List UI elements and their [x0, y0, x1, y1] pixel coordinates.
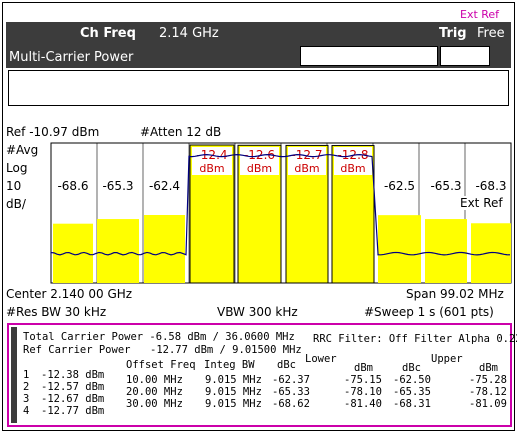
offset-bw: 9.015 MHz	[205, 374, 262, 386]
ref-carrier-power-value: -12.77 dBm / 9.01500 MHz	[150, 344, 302, 356]
carrier-power: -12.77 dBm	[41, 405, 105, 417]
band-shade	[378, 239, 421, 283]
adjacent-label: -68.6	[57, 179, 88, 193]
carrier-number: 4	[23, 405, 30, 417]
offset-lower-dbc: -68.62	[272, 398, 310, 410]
offset-freq: 10.00 MHz	[126, 374, 183, 386]
offset-upper-dbm: -81.09	[469, 398, 507, 410]
offset-upper-dbc: -62.50	[393, 374, 431, 386]
results-panel-side-bar	[11, 327, 17, 423]
col-dbc-upper: dBc	[402, 362, 421, 374]
offset-upper-dbc: -68.31	[393, 398, 431, 410]
offset-upper-dbc: -65.35	[393, 386, 431, 398]
col-offset-freq: Offset Freq	[126, 359, 196, 371]
carrier-power: -12.67 dBm	[41, 393, 105, 405]
span: Span 99.02 MHz	[406, 287, 504, 301]
ref-carrier-power-label: Ref Carrier Power	[23, 344, 131, 356]
col-dbm-lower: dBm	[354, 362, 373, 374]
carrier-number: 3	[23, 393, 30, 405]
offset-bw: 9.015 MHz	[205, 386, 262, 398]
offset-lower-dbm: -81.40	[344, 398, 382, 410]
band-shade	[425, 248, 467, 283]
carrier-unit: dBm	[199, 162, 224, 175]
adjacent-label: -65.3	[430, 179, 461, 193]
res-bw: #Res BW 30 kHz	[6, 305, 107, 319]
carrier-unit: dBm	[294, 162, 319, 175]
band-shade	[144, 239, 185, 283]
col-dbm-upper: dBm	[479, 362, 498, 374]
offset-lower-dbc: -62.37	[272, 374, 310, 386]
adjacent-label: -68.3	[475, 179, 506, 193]
offset-lower-dbm: -78.10	[344, 386, 382, 398]
carrier-power: -12.57 dBm	[41, 381, 105, 393]
col-integ-bw: Integ BW	[204, 359, 255, 371]
vbw: VBW 300 kHz	[217, 305, 298, 319]
offset-lower-dbc: -65.33	[272, 386, 310, 398]
upper-label: Upper	[431, 353, 463, 365]
analyzer-screen: Ext Ref Ch Freq 2.14 GHz Trig Free Multi…	[0, 0, 517, 433]
offset-lower-dbm: -75.15	[344, 374, 382, 386]
carrier-number: 2	[23, 381, 30, 393]
band-shade	[471, 245, 511, 283]
offset-upper-dbm: -75.28	[469, 374, 507, 386]
adjacent-label: -62.5	[384, 179, 415, 193]
adjacent-label: -62.4	[149, 179, 180, 193]
offset-bw: 9.015 MHz	[205, 398, 262, 410]
carrier-unit: dBm	[340, 162, 365, 175]
total-carrier-power: Total Carrier Power -6.58 dBm / 36.0600 …	[23, 331, 295, 343]
lower-label: Lower	[305, 353, 337, 365]
adjacent-label: -65.3	[102, 179, 133, 193]
offset-freq: 20.00 MHz	[126, 386, 183, 398]
offset-upper-dbm: -78.12	[469, 386, 507, 398]
sweep: #Sweep 1 s (601 pts)	[364, 305, 494, 319]
ext-ref-label: Ext Ref	[460, 196, 503, 210]
carrier-number: 1	[23, 369, 30, 381]
col-dbc-lower: dBc	[277, 359, 296, 371]
offset-freq: 30.00 MHz	[126, 398, 183, 410]
rrc-filter: RRC Filter: Off Filter Alpha 0.22	[313, 333, 517, 345]
band-shade	[53, 245, 93, 283]
results-panel: Total Carrier Power -6.58 dBm / 36.0600 …	[7, 323, 517, 427]
carrier-power: -12.38 dBm	[41, 369, 105, 381]
carrier-unit: dBm	[247, 162, 272, 175]
center-freq: Center 2.140 00 GHz	[6, 287, 133, 301]
